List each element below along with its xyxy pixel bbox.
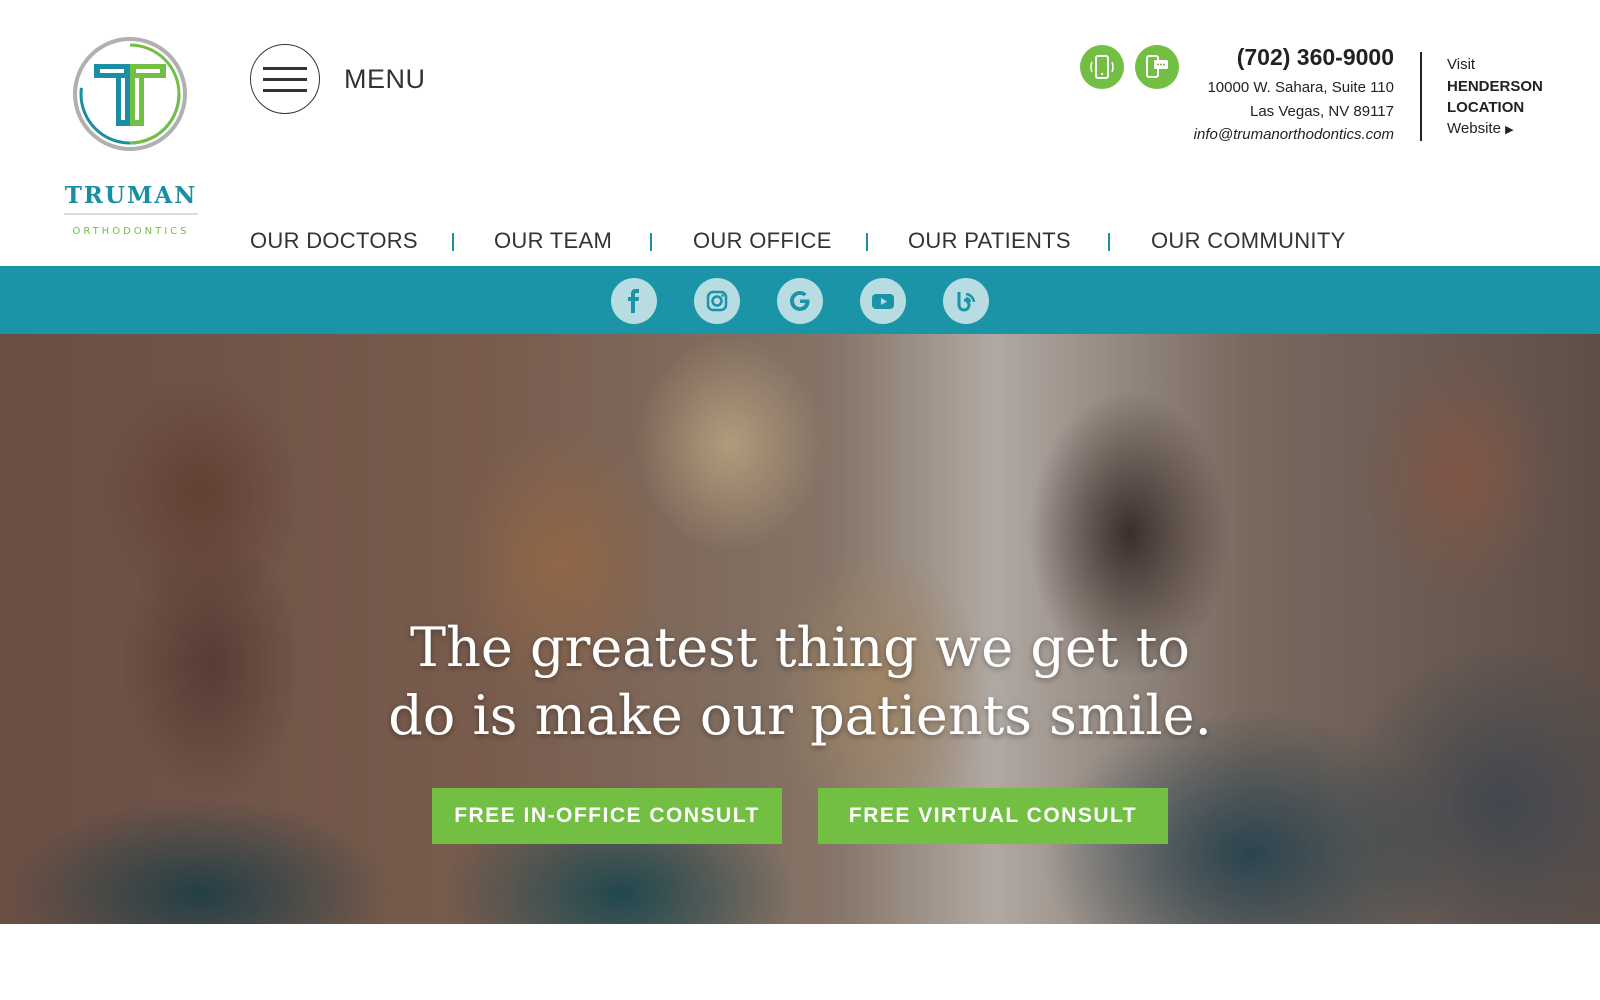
nav-our-doctors[interactable]: OUR DOCTORS xyxy=(250,228,418,254)
menu-bar-icon xyxy=(263,88,307,92)
menu-bar-icon xyxy=(263,66,307,70)
hero-cta-row: FREE IN-OFFICE CONSULT FREE VIRTUAL CONS… xyxy=(0,788,1600,844)
henderson-label[interactable]: HENDERSON xyxy=(1447,78,1543,95)
hero-headline: The greatest thing we get to do is make … xyxy=(0,614,1600,750)
logo-emblem-icon xyxy=(73,37,187,151)
chat-icon[interactable] xyxy=(1135,45,1179,89)
youtube-icon[interactable] xyxy=(860,278,906,324)
logo-wordmark: TRUMAN xyxy=(64,182,198,209)
header-divider xyxy=(1420,52,1422,141)
caret-right-icon: ▶ xyxy=(1505,124,1514,136)
blog-icon[interactable] xyxy=(943,278,989,324)
website-label: Website xyxy=(1447,120,1501,137)
nav-separator xyxy=(866,233,868,251)
menu-label[interactable]: MENU xyxy=(344,64,426,95)
email-link[interactable]: info@trumanorthodontics.com xyxy=(1194,126,1394,143)
nav-our-office[interactable]: OUR OFFICE xyxy=(693,228,832,254)
henderson-website-link[interactable]: Website ▶ xyxy=(1447,120,1514,137)
headline-line1: The greatest thing we get to xyxy=(410,616,1190,679)
nav-our-patients[interactable]: OUR PATIENTS xyxy=(908,228,1071,254)
truman-logo[interactable]: TRUMAN ORTHODONTICS xyxy=(60,32,202,237)
facebook-icon[interactable] xyxy=(611,278,657,324)
phone-number[interactable]: (702) 360-9000 xyxy=(1237,44,1394,71)
social-bar xyxy=(0,266,1600,334)
phone-icon[interactable] xyxy=(1080,45,1124,89)
free-in-office-consult-button[interactable]: FREE IN-OFFICE CONSULT xyxy=(432,788,782,844)
nav-separator xyxy=(650,233,652,251)
address-line1: 10000 W. Sahara, Suite 110 xyxy=(1207,79,1394,96)
nav-separator xyxy=(452,233,454,251)
nav-separator xyxy=(1108,233,1110,251)
visit-label[interactable]: Visit xyxy=(1447,56,1475,73)
nav-our-community[interactable]: OUR COMMUNITY xyxy=(1151,228,1346,254)
google-icon[interactable] xyxy=(777,278,823,324)
instagram-icon[interactable] xyxy=(694,278,740,324)
hamburger-menu-button[interactable] xyxy=(250,44,320,114)
location-label[interactable]: LOCATION xyxy=(1447,99,1524,116)
main-nav: OUR DOCTORS OUR TEAM OUR OFFICE OUR PATI… xyxy=(0,224,1600,260)
hero-banner: The greatest thing we get to do is make … xyxy=(0,334,1600,924)
site-header: TRUMAN ORTHODONTICS MENU (702) 360-9000 … xyxy=(0,0,1600,266)
menu-bar-icon xyxy=(263,77,307,81)
headline-line2: do is make our patients smile. xyxy=(388,684,1212,747)
free-virtual-consult-button[interactable]: FREE VIRTUAL CONSULT xyxy=(818,788,1168,844)
address-line2: Las Vegas, NV 89117 xyxy=(1250,103,1394,120)
nav-our-team[interactable]: OUR TEAM xyxy=(494,228,612,254)
